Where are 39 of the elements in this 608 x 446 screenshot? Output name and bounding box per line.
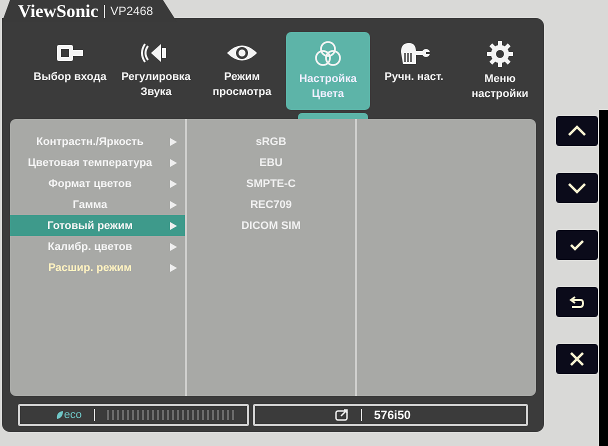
menu-tab[interactable]: Режим просмотра [200,32,284,110]
leaf-icon [56,410,64,420]
down-button[interactable] [556,173,598,203]
menu-tab[interactable]: Меню настройки [458,32,542,110]
eco-label: eco [64,409,82,422]
option-item[interactable]: REC709 [187,194,355,216]
down-icon [567,182,587,194]
option-item[interactable]: DICOM SIM [187,215,355,236]
option-item[interactable]: EBU [187,152,355,174]
input-icon [335,409,349,422]
arrow-icon [170,158,177,167]
option-item[interactable]: sRGB [187,131,355,152]
back-button[interactable] [556,287,598,317]
submenu-item[interactable]: Контрастн./Яркость [10,131,185,152]
arrow-icon [170,222,177,230]
close-button[interactable] [556,344,598,374]
arrow-icon [170,242,177,251]
close-icon [569,351,585,367]
arrow-icon [170,138,177,146]
menu-tab[interactable]: Настройка Цвета [286,32,370,110]
menu-tab[interactable]: Регулировка Звука [114,32,198,110]
resolution-label: 576i50 [374,408,411,422]
check-icon [569,239,585,251]
arrow-icon [170,180,177,188]
up-icon [567,125,587,137]
confirm-button[interactable] [556,230,598,260]
menu-tab[interactable]: Выбор входа [28,32,112,110]
submenu-item[interactable]: Формат цветов [10,173,185,194]
submenu-item[interactable]: Готовый режим [10,215,185,236]
up-button[interactable] [556,116,598,146]
tab-connector [298,113,368,120]
return-icon [569,295,585,309]
brand-name: ViewSonic [18,0,98,22]
model-name: VP2468 [104,4,154,18]
submenu-item[interactable]: Цветовая температура [10,152,185,174]
submenu-item[interactable]: Калибр. цветов [10,236,185,258]
arrow-icon [170,264,177,272]
menu-tab[interactable]: Ручн. наст. [372,32,456,110]
option-item[interactable]: SMPTE-C [187,173,355,194]
